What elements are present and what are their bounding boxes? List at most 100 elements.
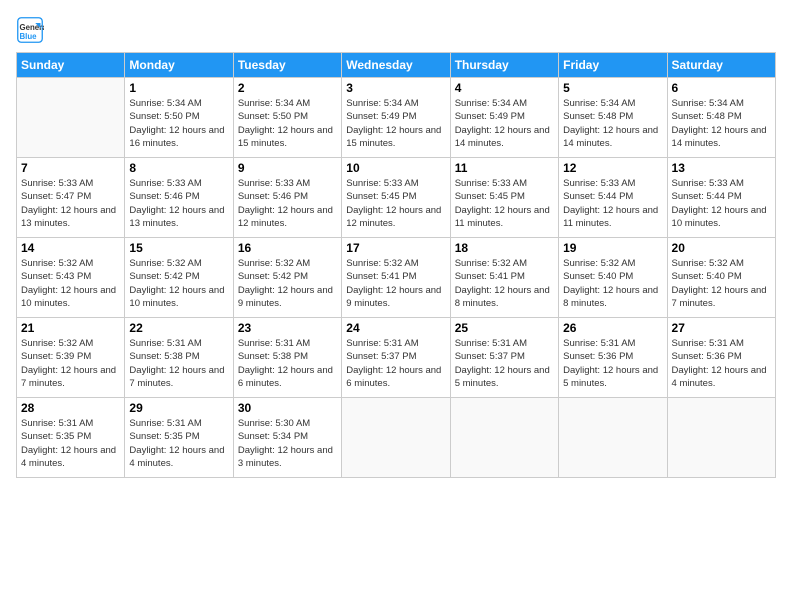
day-info: Sunrise: 5:34 AM Sunset: 5:49 PM Dayligh… [346, 97, 445, 150]
day-number: 17 [346, 241, 445, 255]
day-number: 18 [455, 241, 554, 255]
day-number: 7 [21, 161, 120, 175]
day-info: Sunrise: 5:32 AM Sunset: 5:42 PM Dayligh… [238, 257, 337, 310]
day-number: 19 [563, 241, 662, 255]
calendar-header-row: SundayMondayTuesdayWednesdayThursdayFrid… [17, 53, 776, 78]
day-number: 29 [129, 401, 228, 415]
calendar-day [667, 398, 775, 478]
day-number: 12 [563, 161, 662, 175]
day-info: Sunrise: 5:33 AM Sunset: 5:45 PM Dayligh… [455, 177, 554, 230]
calendar-day [450, 398, 558, 478]
day-number: 14 [21, 241, 120, 255]
calendar-day: 4 Sunrise: 5:34 AM Sunset: 5:49 PM Dayli… [450, 78, 558, 158]
calendar-day [559, 398, 667, 478]
day-info: Sunrise: 5:32 AM Sunset: 5:41 PM Dayligh… [455, 257, 554, 310]
day-info: Sunrise: 5:31 AM Sunset: 5:35 PM Dayligh… [129, 417, 228, 470]
day-info: Sunrise: 5:31 AM Sunset: 5:37 PM Dayligh… [346, 337, 445, 390]
day-info: Sunrise: 5:30 AM Sunset: 5:34 PM Dayligh… [238, 417, 337, 470]
header-cell-sunday: Sunday [17, 53, 125, 78]
calendar-day: 1 Sunrise: 5:34 AM Sunset: 5:50 PM Dayli… [125, 78, 233, 158]
day-info: Sunrise: 5:32 AM Sunset: 5:40 PM Dayligh… [672, 257, 771, 310]
day-number: 3 [346, 81, 445, 95]
day-number: 6 [672, 81, 771, 95]
calendar-table: SundayMondayTuesdayWednesdayThursdayFrid… [16, 52, 776, 478]
calendar-day: 19 Sunrise: 5:32 AM Sunset: 5:40 PM Dayl… [559, 238, 667, 318]
day-info: Sunrise: 5:32 AM Sunset: 5:41 PM Dayligh… [346, 257, 445, 310]
calendar-day: 8 Sunrise: 5:33 AM Sunset: 5:46 PM Dayli… [125, 158, 233, 238]
header: General Blue [16, 16, 776, 44]
day-number: 4 [455, 81, 554, 95]
calendar-day: 29 Sunrise: 5:31 AM Sunset: 5:35 PM Dayl… [125, 398, 233, 478]
calendar-day: 18 Sunrise: 5:32 AM Sunset: 5:41 PM Dayl… [450, 238, 558, 318]
calendar-day: 11 Sunrise: 5:33 AM Sunset: 5:45 PM Dayl… [450, 158, 558, 238]
day-number: 25 [455, 321, 554, 335]
calendar-day [342, 398, 450, 478]
day-number: 5 [563, 81, 662, 95]
day-info: Sunrise: 5:33 AM Sunset: 5:46 PM Dayligh… [129, 177, 228, 230]
calendar-day: 22 Sunrise: 5:31 AM Sunset: 5:38 PM Dayl… [125, 318, 233, 398]
calendar-day: 30 Sunrise: 5:30 AM Sunset: 5:34 PM Dayl… [233, 398, 341, 478]
day-number: 21 [21, 321, 120, 335]
calendar-day: 5 Sunrise: 5:34 AM Sunset: 5:48 PM Dayli… [559, 78, 667, 158]
day-number: 22 [129, 321, 228, 335]
calendar-day: 13 Sunrise: 5:33 AM Sunset: 5:44 PM Dayl… [667, 158, 775, 238]
day-info: Sunrise: 5:34 AM Sunset: 5:50 PM Dayligh… [129, 97, 228, 150]
day-number: 8 [129, 161, 228, 175]
calendar-day: 20 Sunrise: 5:32 AM Sunset: 5:40 PM Dayl… [667, 238, 775, 318]
calendar-day: 28 Sunrise: 5:31 AM Sunset: 5:35 PM Dayl… [17, 398, 125, 478]
calendar-day: 9 Sunrise: 5:33 AM Sunset: 5:46 PM Dayli… [233, 158, 341, 238]
day-number: 30 [238, 401, 337, 415]
calendar-day: 10 Sunrise: 5:33 AM Sunset: 5:45 PM Dayl… [342, 158, 450, 238]
calendar-week-1: 1 Sunrise: 5:34 AM Sunset: 5:50 PM Dayli… [17, 78, 776, 158]
calendar-day: 6 Sunrise: 5:34 AM Sunset: 5:48 PM Dayli… [667, 78, 775, 158]
calendar-week-5: 28 Sunrise: 5:31 AM Sunset: 5:35 PM Dayl… [17, 398, 776, 478]
header-cell-thursday: Thursday [450, 53, 558, 78]
day-info: Sunrise: 5:32 AM Sunset: 5:43 PM Dayligh… [21, 257, 120, 310]
header-cell-monday: Monday [125, 53, 233, 78]
day-info: Sunrise: 5:31 AM Sunset: 5:38 PM Dayligh… [129, 337, 228, 390]
day-number: 11 [455, 161, 554, 175]
calendar-day: 7 Sunrise: 5:33 AM Sunset: 5:47 PM Dayli… [17, 158, 125, 238]
day-number: 9 [238, 161, 337, 175]
calendar-day: 15 Sunrise: 5:32 AM Sunset: 5:42 PM Dayl… [125, 238, 233, 318]
day-info: Sunrise: 5:33 AM Sunset: 5:45 PM Dayligh… [346, 177, 445, 230]
header-cell-wednesday: Wednesday [342, 53, 450, 78]
day-info: Sunrise: 5:34 AM Sunset: 5:49 PM Dayligh… [455, 97, 554, 150]
calendar-week-2: 7 Sunrise: 5:33 AM Sunset: 5:47 PM Dayli… [17, 158, 776, 238]
logo-icon: General Blue [16, 16, 44, 44]
day-number: 27 [672, 321, 771, 335]
day-info: Sunrise: 5:33 AM Sunset: 5:44 PM Dayligh… [563, 177, 662, 230]
calendar-day: 25 Sunrise: 5:31 AM Sunset: 5:37 PM Dayl… [450, 318, 558, 398]
day-info: Sunrise: 5:33 AM Sunset: 5:47 PM Dayligh… [21, 177, 120, 230]
calendar-week-3: 14 Sunrise: 5:32 AM Sunset: 5:43 PM Dayl… [17, 238, 776, 318]
day-info: Sunrise: 5:31 AM Sunset: 5:35 PM Dayligh… [21, 417, 120, 470]
day-number: 28 [21, 401, 120, 415]
day-number: 13 [672, 161, 771, 175]
calendar-week-4: 21 Sunrise: 5:32 AM Sunset: 5:39 PM Dayl… [17, 318, 776, 398]
day-info: Sunrise: 5:34 AM Sunset: 5:48 PM Dayligh… [672, 97, 771, 150]
calendar-day: 2 Sunrise: 5:34 AM Sunset: 5:50 PM Dayli… [233, 78, 341, 158]
calendar-day: 3 Sunrise: 5:34 AM Sunset: 5:49 PM Dayli… [342, 78, 450, 158]
header-cell-friday: Friday [559, 53, 667, 78]
calendar-day [17, 78, 125, 158]
day-info: Sunrise: 5:31 AM Sunset: 5:36 PM Dayligh… [563, 337, 662, 390]
calendar-day: 21 Sunrise: 5:32 AM Sunset: 5:39 PM Dayl… [17, 318, 125, 398]
day-number: 10 [346, 161, 445, 175]
logo: General Blue [16, 16, 48, 44]
day-info: Sunrise: 5:31 AM Sunset: 5:38 PM Dayligh… [238, 337, 337, 390]
header-cell-saturday: Saturday [667, 53, 775, 78]
day-info: Sunrise: 5:31 AM Sunset: 5:36 PM Dayligh… [672, 337, 771, 390]
day-number: 2 [238, 81, 337, 95]
day-info: Sunrise: 5:33 AM Sunset: 5:46 PM Dayligh… [238, 177, 337, 230]
day-info: Sunrise: 5:32 AM Sunset: 5:42 PM Dayligh… [129, 257, 228, 310]
calendar-body: 1 Sunrise: 5:34 AM Sunset: 5:50 PM Dayli… [17, 78, 776, 478]
calendar-day: 17 Sunrise: 5:32 AM Sunset: 5:41 PM Dayl… [342, 238, 450, 318]
day-info: Sunrise: 5:32 AM Sunset: 5:39 PM Dayligh… [21, 337, 120, 390]
day-info: Sunrise: 5:32 AM Sunset: 5:40 PM Dayligh… [563, 257, 662, 310]
header-cell-tuesday: Tuesday [233, 53, 341, 78]
day-number: 15 [129, 241, 228, 255]
day-info: Sunrise: 5:34 AM Sunset: 5:48 PM Dayligh… [563, 97, 662, 150]
day-info: Sunrise: 5:34 AM Sunset: 5:50 PM Dayligh… [238, 97, 337, 150]
calendar-day: 14 Sunrise: 5:32 AM Sunset: 5:43 PM Dayl… [17, 238, 125, 318]
day-number: 24 [346, 321, 445, 335]
